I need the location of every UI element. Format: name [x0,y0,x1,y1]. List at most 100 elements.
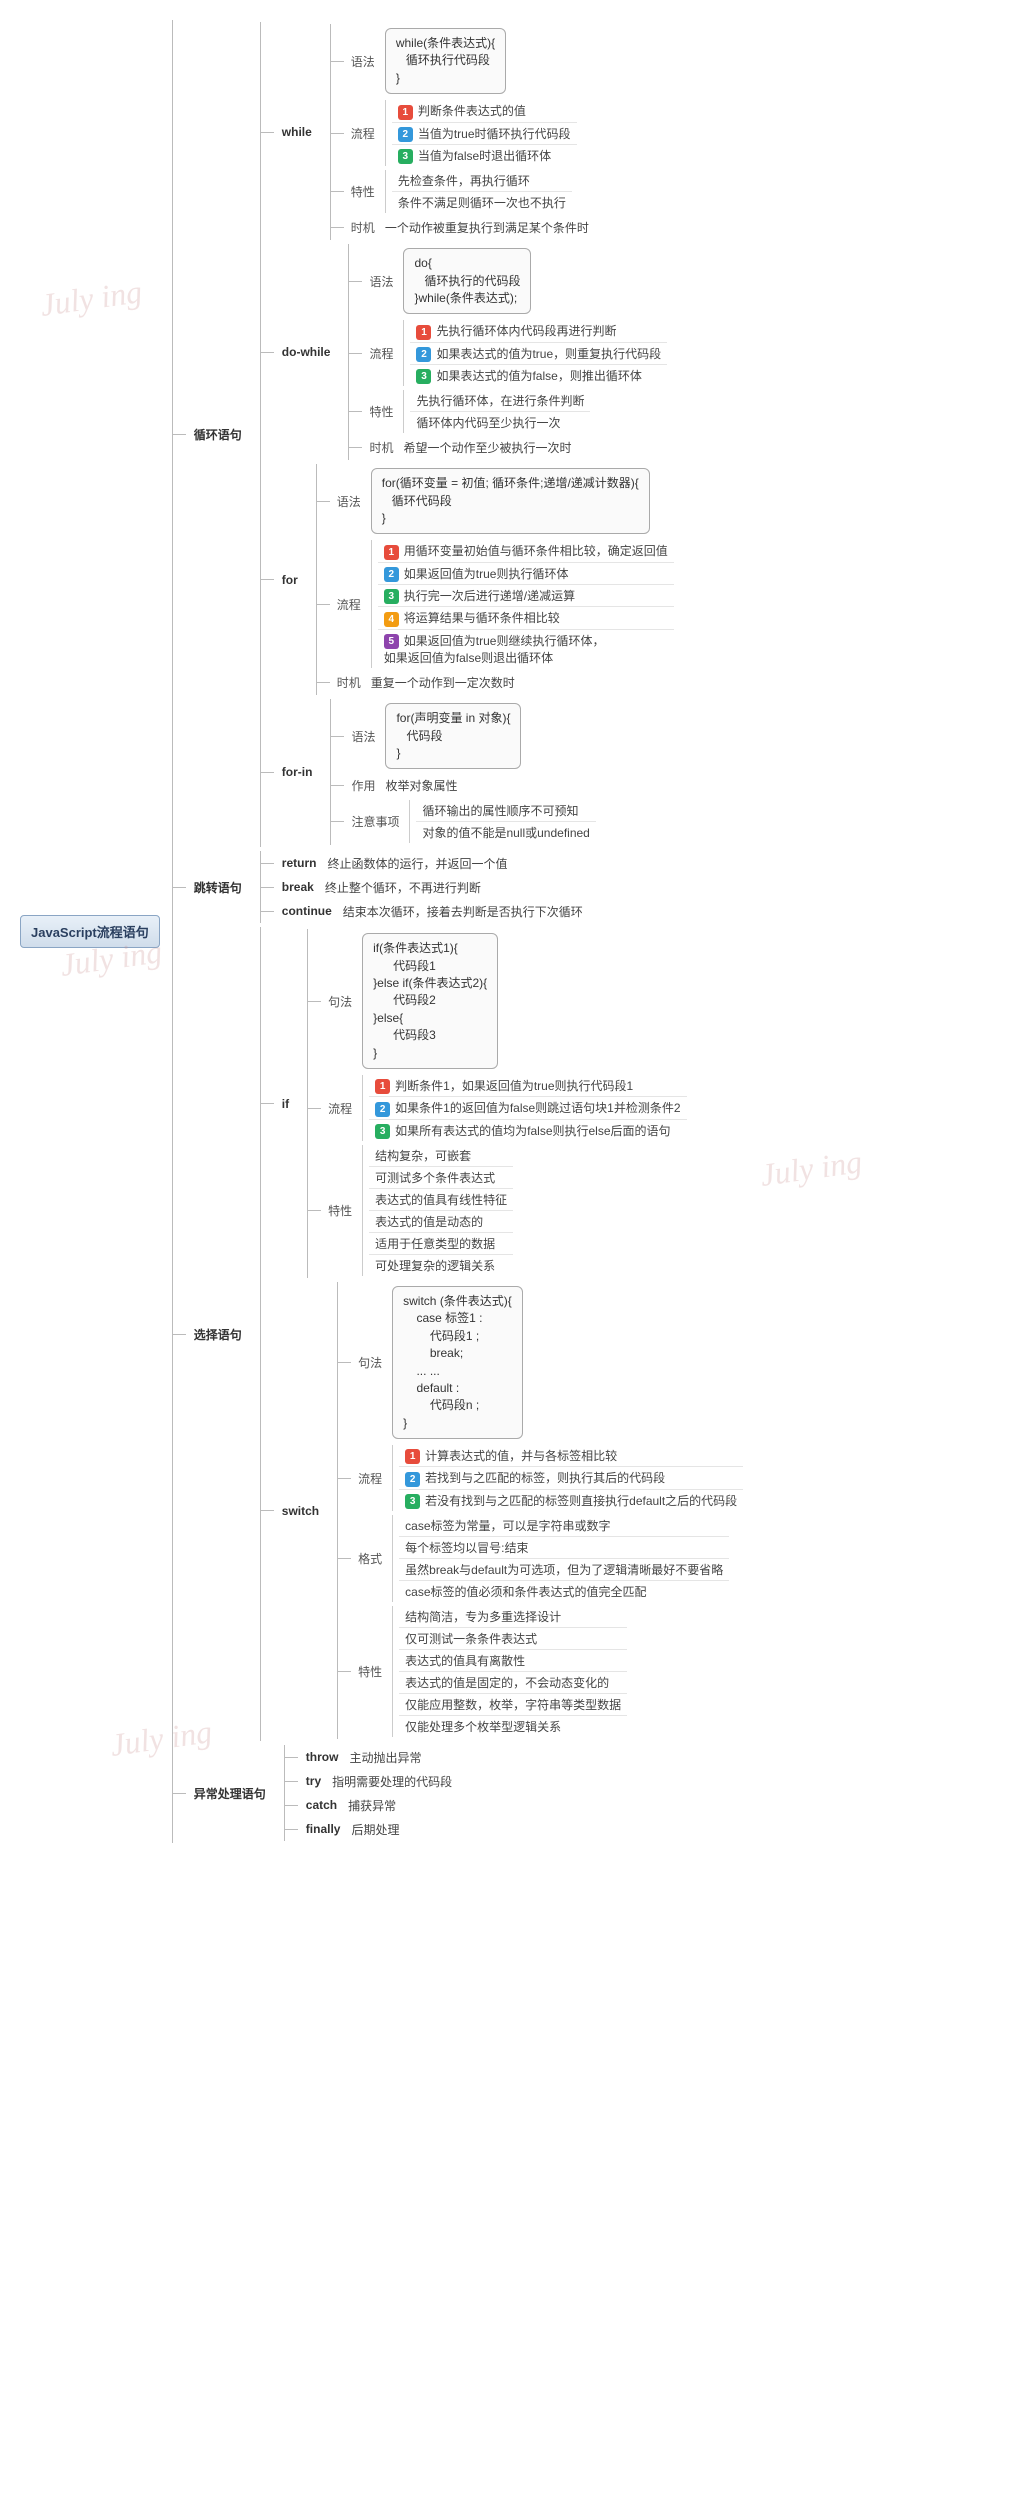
while-timing: 一个动作被重复执行到满足某个条件时 [380,218,594,237]
node-forin: for-in [276,762,319,782]
switch-flow-2: 2若找到与之匹配的标签，则执行其后的代码段 [399,1467,743,1489]
while-code: while(条件表达式){ 循环执行代码段 } [385,28,506,94]
for-flow-5: 5如果返回值为true则继续执行循环体， 如果返回值为false则退出循环体 [378,630,674,668]
continue-desc: 结束本次循环，接着去判断是否执行下次循环 [338,902,588,921]
if-trait-3: 表达式的值具有线性特征 [369,1189,513,1211]
label-syntax: 语法 [364,271,398,292]
badge-5-icon: 5 [384,634,399,649]
badge-3-icon: 3 [416,369,431,384]
finally-desc: 后期处理 [346,1820,404,1839]
badge-1-icon: 1 [398,105,413,120]
if-trait-6: 可处理复杂的逻辑关系 [369,1255,513,1276]
for-flow-2: 2如果返回值为true则执行循环体 [378,563,674,585]
badge-2-icon: 2 [416,347,431,362]
dowhile-timing: 希望一个动作至少被执行一次时 [398,438,576,457]
cat-loop: 循环语句 [188,423,248,446]
dowhile-code: do{ 循环执行的代码段 }while(条件表达式); [403,248,531,314]
catch-desc: 捕获异常 [343,1796,401,1815]
break-desc: 终止整个循环，不再进行判断 [320,878,486,897]
for-timing: 重复一个动作到一定次数时 [366,673,520,692]
dowhile-flow-1: 1先执行循环体内代码段再进行判断 [410,320,667,342]
forin-note-2: 对象的值不能是null或undefined [416,822,595,843]
switch-trait-1: 结构简洁，专为多重选择设计 [399,1606,627,1628]
node-if: if [276,1094,295,1114]
label-flow: 流程 [364,343,398,364]
return-desc: 终止函数体的运行，并返回一个值 [322,854,512,873]
switch-format-2: 每个标签均以冒号:结束 [399,1537,729,1559]
if-trait-4: 表达式的值是动态的 [369,1211,513,1233]
if-flow-1: 1判断条件1，如果返回值为true则执行代码段1 [369,1075,686,1097]
switch-format-3: 虽然break与default为可选项，但为了逻辑清晰最好不要省略 [399,1559,729,1581]
label-flow: 流程 [332,594,366,615]
try-desc: 指明需要处理的代码段 [327,1772,457,1791]
if-trait-2: 可测试多个条件表达式 [369,1167,513,1189]
badge-1-icon: 1 [384,545,399,560]
badge-1-icon: 1 [405,1449,420,1464]
node-break: break [276,877,320,897]
forin-use: 枚举对象属性 [380,776,462,795]
label-format: 格式 [353,1548,387,1569]
while-trait-1: 先检查条件，再执行循环 [392,170,572,192]
label-timing: 时机 [364,437,398,458]
for-flow-3: 3执行完一次后进行递增/递减运算 [378,585,674,607]
label-flow: 流程 [353,1468,387,1489]
switch-trait-4: 表达式的值是固定的，不会动态变化的 [399,1672,627,1694]
badge-1-icon: 1 [375,1079,390,1094]
forin-note-1: 循环输出的属性顺序不可预知 [416,800,595,822]
node-dowhile: do-while [276,342,337,362]
cat-except: 异常处理语句 [188,1782,272,1805]
while-flow-3: 3当值为false时退出循环体 [392,145,577,166]
switch-flow-1: 1计算表达式的值，并与各标签相比较 [399,1445,743,1467]
forin-code: for(声明变量 in 对象){ 代码段 } [385,703,521,769]
node-throw: throw [300,1747,345,1767]
switch-format-4: case标签的值必须和条件表达式的值完全匹配 [399,1581,729,1602]
while-flow-1: 1判断条件表达式的值 [392,100,577,122]
cat-jump: 跳转语句 [188,876,248,899]
dowhile-flow-3: 3如果表达式的值为false，则推出循环体 [410,365,667,386]
node-catch: catch [300,1795,343,1815]
node-return: return [276,853,323,873]
mindmap-root-container: JavaScript流程语句 循环语句 while 语法while(条件表达式)… [20,20,1003,1843]
switch-flow-3: 3若没有找到与之匹配的标签则直接执行default之后的代码段 [399,1490,743,1511]
for-flow-1: 1用循环变量初始值与循环条件相比较，确定返回值 [378,540,674,562]
badge-3-icon: 3 [405,1494,420,1509]
badge-3-icon: 3 [398,149,413,164]
label-timing: 时机 [332,672,366,693]
label-use: 作用 [346,775,380,796]
for-code: for(循环变量 = 初值; 循环条件;递增/递减计数器){ 循环代码段 } [371,468,650,534]
switch-code: switch (条件表达式){ case 标签1 : 代码段1 ; break;… [392,1286,523,1439]
label-syntax: 语法 [346,51,380,72]
root-node: JavaScript流程语句 [20,915,160,948]
switch-trait-3: 表达式的值具有离散性 [399,1650,627,1672]
if-flow-2: 2如果条件1的返回值为false则跳过语句块1并检测条件2 [369,1097,686,1119]
cat-select: 选择语句 [188,1323,248,1346]
node-try: try [300,1771,327,1791]
if-trait-1: 结构复杂，可嵌套 [369,1145,513,1167]
switch-trait-2: 仅可测试一条条件表达式 [399,1628,627,1650]
while-flow-2: 2当值为true时循环执行代码段 [392,123,577,145]
label-flow: 流程 [323,1098,357,1119]
node-continue: continue [276,901,338,921]
label-trait: 特性 [364,401,398,422]
label-syntax: 语法 [346,726,380,747]
node-for: for [276,570,304,590]
badge-2-icon: 2 [384,567,399,582]
label-trait: 特性 [323,1200,357,1221]
badge-3-icon: 3 [375,1124,390,1139]
node-while: while [276,122,318,142]
while-trait-2: 条件不满足则循环一次也不执行 [392,192,572,213]
switch-trait-5: 仅能应用整数，枚举，字符串等类型数据 [399,1694,627,1716]
node-finally: finally [300,1819,347,1839]
label-timing: 时机 [346,217,380,238]
label-trait: 特性 [353,1661,387,1682]
label-syntax: 语法 [332,491,366,512]
badge-4-icon: 4 [384,612,399,627]
badge-2-icon: 2 [375,1102,390,1117]
label-note: 注意事项 [346,811,404,832]
label-syntax2: 句法 [353,1352,387,1373]
throw-desc: 主动抛出异常 [344,1748,426,1767]
if-code: if(条件表达式1){ 代码段1 }else if(条件表达式2){ 代码段2 … [362,933,498,1069]
dowhile-trait-2: 循环体内代码至少执行一次 [410,412,590,433]
label-syntax2: 句法 [323,991,357,1012]
for-flow-4: 4将运算结果与循环条件相比较 [378,607,674,629]
